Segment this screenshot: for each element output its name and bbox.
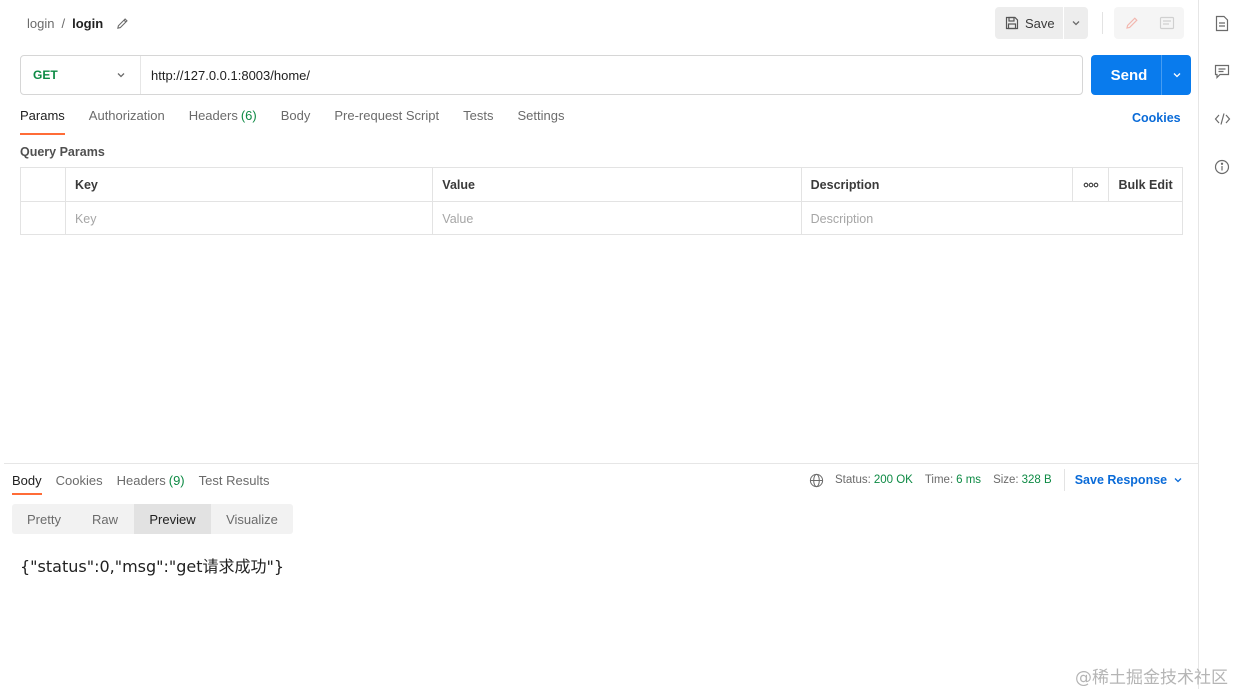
tab-headers[interactable]: Headers (6) bbox=[189, 108, 257, 135]
view-preview[interactable]: Preview bbox=[134, 504, 211, 534]
status-value: 200 OK bbox=[873, 474, 913, 486]
column-header-value: Value bbox=[433, 168, 802, 201]
edit-pencil-icon[interactable] bbox=[1114, 7, 1149, 39]
save-response-label: Save Response bbox=[1074, 473, 1168, 487]
breadcrumb-collection[interactable]: login bbox=[27, 16, 54, 31]
chevron-down-icon bbox=[116, 70, 126, 80]
table-header-row: Key Value Description Bulk Edit bbox=[21, 168, 1182, 201]
size-value: 328 B bbox=[1021, 474, 1052, 486]
request-header: login / login Save bbox=[4, 0, 1198, 46]
tab-settings[interactable]: Settings bbox=[517, 108, 564, 135]
param-key-input[interactable]: Key bbox=[66, 202, 434, 235]
meta-divider bbox=[1063, 469, 1065, 491]
more-options-icon[interactable] bbox=[1073, 168, 1110, 201]
response-tab-cookies[interactable]: Cookies bbox=[56, 473, 103, 495]
comments-icon[interactable] bbox=[1212, 61, 1232, 81]
save-response-button[interactable]: Save Response bbox=[1075, 473, 1183, 487]
param-value-input[interactable]: Value bbox=[433, 202, 802, 235]
breadcrumb-separator: / bbox=[61, 16, 66, 31]
column-header-key: Key bbox=[66, 168, 434, 201]
query-params-title: Query Params bbox=[20, 145, 105, 159]
comment-icon[interactable] bbox=[1149, 7, 1184, 39]
url-bar: GET bbox=[20, 55, 1083, 95]
tab-authorization[interactable]: Authorization bbox=[89, 108, 165, 135]
cookies-link[interactable]: Cookies bbox=[1132, 111, 1181, 125]
header-divider bbox=[1102, 12, 1103, 34]
save-button[interactable]: Save bbox=[995, 7, 1063, 39]
response-divider[interactable] bbox=[4, 463, 1198, 464]
response-tabs: Body Cookies Headers (9) Test Results bbox=[12, 473, 283, 496]
query-params-table: Key Value Description Bulk Edit Key Valu… bbox=[20, 167, 1183, 235]
response-view-selector: Pretty Raw Preview Visualize bbox=[12, 504, 293, 534]
send-button[interactable]: Send bbox=[1091, 55, 1161, 95]
tab-body[interactable]: Body bbox=[281, 108, 311, 135]
send-button-group: Send bbox=[1091, 55, 1191, 95]
checkbox-column-header bbox=[21, 168, 66, 201]
table-row: Key Value Description bbox=[21, 201, 1182, 235]
send-options-chevron-down-icon[interactable] bbox=[1161, 55, 1191, 95]
response-body-preview: {"status":0,"msg":"get请求成功"} bbox=[20, 557, 285, 576]
status-readout[interactable]: Status: 200 OK bbox=[835, 474, 913, 486]
method-label: GET bbox=[33, 68, 58, 82]
chevron-down-icon bbox=[1173, 475, 1183, 485]
response-tab-body[interactable]: Body bbox=[12, 473, 42, 495]
tab-params[interactable]: Params bbox=[20, 108, 65, 135]
floppy-disk-icon bbox=[1005, 16, 1019, 30]
view-pretty[interactable]: Pretty bbox=[12, 504, 76, 534]
response-tab-headers[interactable]: Headers (9) bbox=[117, 473, 185, 495]
save-options-chevron-down-icon[interactable] bbox=[1064, 7, 1088, 39]
size-readout[interactable]: Size: 328 B bbox=[993, 474, 1052, 486]
code-icon[interactable] bbox=[1212, 109, 1232, 129]
time-readout[interactable]: Time: 6 ms bbox=[925, 474, 981, 486]
request-tabs: Params Authorization Headers (6) Body Pre… bbox=[20, 108, 588, 136]
tab-tests[interactable]: Tests bbox=[463, 108, 493, 135]
tab-pre-request-script[interactable]: Pre-request Script bbox=[334, 108, 439, 135]
headers-count: (6) bbox=[240, 108, 257, 123]
param-description-input[interactable]: Description bbox=[802, 202, 1182, 235]
info-icon[interactable] bbox=[1212, 157, 1232, 177]
documentation-icon[interactable] bbox=[1212, 13, 1232, 33]
save-button-label: Save bbox=[1025, 15, 1055, 31]
bulk-edit-button[interactable]: Bulk Edit bbox=[1109, 168, 1182, 201]
watermark: @稀土掘金技术社区 bbox=[1075, 668, 1228, 688]
breadcrumb: login / login bbox=[27, 16, 129, 31]
response-meta: Status: 200 OK Time: 6 ms Size: 328 B Save … bbox=[808, 469, 1183, 491]
url-input[interactable] bbox=[141, 56, 1082, 94]
column-header-description: Description bbox=[802, 168, 1074, 201]
view-visualize[interactable]: Visualize bbox=[211, 504, 293, 534]
header-actions bbox=[1114, 7, 1184, 39]
breadcrumb-request-name[interactable]: login bbox=[72, 16, 103, 31]
response-tab-test-results[interactable]: Test Results bbox=[199, 473, 270, 495]
response-headers-count: (9) bbox=[168, 473, 185, 488]
save-button-group: Save bbox=[995, 7, 1088, 39]
request-workspace: login / login Save GET http://127.0.0.1:… bbox=[4, 0, 1198, 689]
globe-icon[interactable] bbox=[808, 472, 824, 488]
time-value: 6 ms bbox=[956, 474, 982, 486]
pencil-icon[interactable] bbox=[115, 17, 129, 31]
row-checkbox-cell bbox=[21, 202, 66, 235]
view-raw[interactable]: Raw bbox=[76, 504, 134, 534]
method-select[interactable]: GET bbox=[21, 56, 141, 94]
right-sidebar bbox=[1198, 0, 1244, 689]
